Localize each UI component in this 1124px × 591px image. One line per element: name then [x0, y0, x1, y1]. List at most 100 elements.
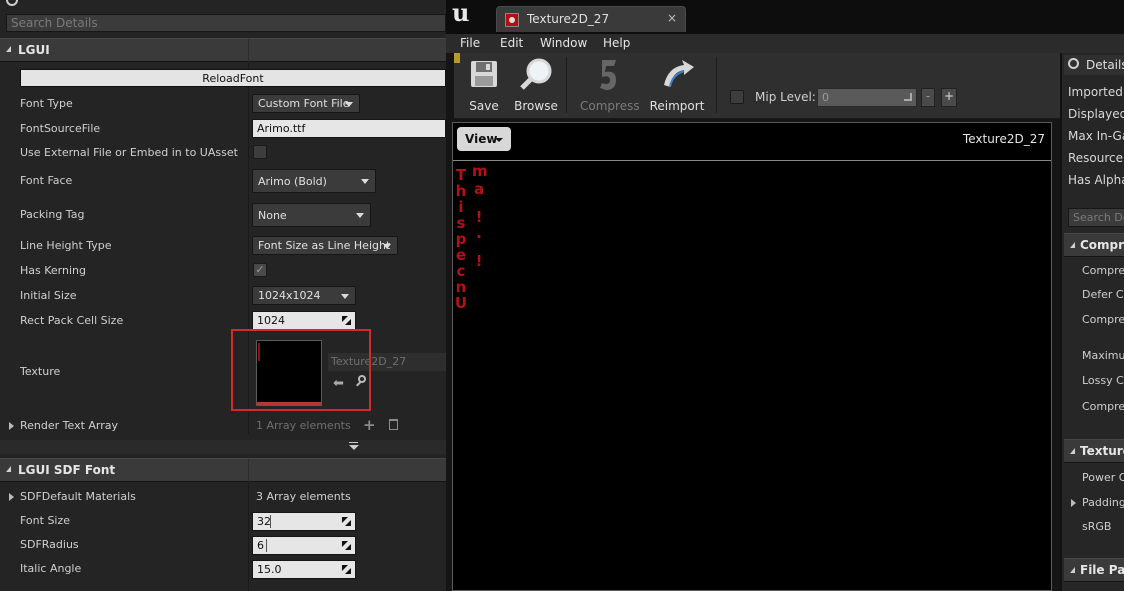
info-line: Resource S: [1068, 151, 1124, 165]
magnifier-icon: [520, 58, 552, 90]
category-title: LGUI: [18, 43, 50, 57]
use-external-checkbox[interactable]: [253, 145, 267, 159]
font-size-input[interactable]: 32: [252, 512, 356, 531]
expand-arrow-icon[interactable]: [9, 422, 14, 430]
menu-help[interactable]: Help: [603, 36, 630, 50]
has-kerning-checkbox[interactable]: ✓: [253, 263, 267, 277]
resize-icon: [342, 517, 351, 526]
collapse-arrow-icon: [6, 46, 11, 52]
toolbar: Save Browse Compress Reimport Mip Level:…: [454, 53, 1061, 119]
glyph: T: [455, 166, 467, 184]
chevron-down-icon: [356, 213, 364, 218]
expand-arrow-icon[interactable]: [1071, 499, 1076, 507]
expand-arrow-icon[interactable]: [9, 493, 14, 501]
font-face-label: Font Face: [20, 174, 73, 187]
mip-level-input[interactable]: 0: [817, 88, 917, 107]
glyph: !: [475, 208, 483, 226]
advanced-expander[interactable]: [0, 440, 446, 454]
rect-pack-cell-size-label: Rect Pack Cell Size: [20, 314, 124, 327]
search-icon: [1068, 58, 1079, 69]
property-label: Compres: [1082, 264, 1124, 277]
texture-editor-window: u Texture2D_27 × File Edit Window Help S…: [446, 0, 1124, 591]
resize-icon: [342, 316, 351, 325]
reimport-button[interactable]: Reimport: [648, 53, 706, 119]
mip-level-label: Mip Level:: [755, 90, 816, 104]
search-details-input[interactable]: Search De: [1068, 208, 1124, 227]
info-line: Max In-Ga: [1068, 129, 1124, 143]
chevron-down-icon: [345, 102, 353, 107]
font-source-file-label: FontSourceFile: [20, 122, 101, 135]
info-line: Displayed:: [1068, 107, 1124, 121]
reload-font-button[interactable]: ReloadFont: [20, 69, 446, 87]
info-line: Imported: 1: [1068, 85, 1124, 99]
unreal-logo-icon: u: [452, 0, 470, 27]
glyph: c: [456, 262, 466, 280]
menu-edit[interactable]: Edit: [500, 36, 523, 50]
mip-level-decrement-button[interactable]: -: [921, 88, 935, 107]
view-menu-button[interactable]: View: [457, 127, 511, 151]
resize-icon: [342, 565, 351, 574]
chevron-down-icon: [361, 179, 369, 184]
property-label: Padding: [1082, 496, 1124, 509]
trash-icon[interactable]: [389, 419, 398, 430]
menu-file[interactable]: File: [460, 36, 480, 50]
search-details-input[interactable]: Search Details: [6, 14, 446, 32]
property-label: sRGB: [1082, 520, 1112, 533]
compress-icon: [600, 60, 616, 90]
tab-bar: u Texture2D_27 ×: [446, 0, 1124, 34]
menu-window[interactable]: Window: [540, 36, 587, 50]
details-panel: Search Details LGUI ReloadFont Font Type…: [0, 0, 446, 591]
glyph: a: [473, 180, 485, 198]
mip-level-checkbox[interactable]: [730, 90, 744, 104]
details-tab[interactable]: Details: [1064, 55, 1124, 75]
glyph: n: [455, 278, 467, 296]
glyph: m: [472, 162, 488, 180]
initial-size-dropdown[interactable]: 1024x1024: [252, 286, 356, 305]
italic-angle-label: Italic Angle: [20, 562, 82, 575]
sdf-radius-input[interactable]: 6: [252, 536, 356, 555]
italic-angle-input[interactable]: 15.0: [252, 560, 356, 579]
texture-viewport[interactable]: View Texture2D_27 T h i s p e c n U m a …: [452, 122, 1052, 591]
property-label: Power O: [1082, 471, 1124, 484]
rect-pack-cell-size-input[interactable]: 1024: [252, 311, 356, 330]
sdf-default-materials-value: 3 Array elements: [256, 490, 351, 503]
font-face-dropdown[interactable]: Arimo (Bold): [252, 169, 376, 193]
texture-label: Texture: [20, 365, 61, 378]
mip-level-increment-button[interactable]: +: [941, 88, 957, 107]
texture-icon: [505, 13, 519, 27]
category-lgui-sdf-font[interactable]: LGUI SDF Font: [0, 458, 446, 482]
compress-button[interactable]: Compress: [580, 53, 640, 119]
toolbar-separator: [716, 57, 717, 113]
glyph: i: [458, 198, 464, 216]
font-source-file-input[interactable]: Arimo.ttf: [252, 119, 446, 138]
column-divider[interactable]: [248, 482, 249, 591]
font-type-dropdown[interactable]: Custom Font File: [252, 94, 360, 113]
font-type-label: Font Type: [20, 97, 73, 110]
glyph: !: [475, 252, 483, 270]
chevron-down-icon: [495, 138, 503, 142]
glyph: e: [455, 246, 467, 264]
close-icon[interactable]: ×: [667, 11, 677, 25]
property-label: Defer Co: [1082, 288, 1124, 301]
glyph: p: [455, 230, 467, 248]
render-text-array-value: 1 Array elements: [256, 419, 351, 432]
packing-tag-label: Packing Tag: [20, 208, 85, 221]
category-file-path[interactable]: File Pat: [1064, 558, 1124, 582]
details-panel-right: Details Imported: 1 Displayed: Max In-Ga…: [1060, 53, 1124, 591]
initial-size-label: Initial Size: [20, 289, 77, 302]
add-element-icon[interactable]: +: [363, 416, 376, 434]
glyph: U: [454, 294, 468, 312]
sdf-radius-label: SDFRadius: [20, 538, 79, 551]
chevron-down-icon: [383, 244, 391, 249]
category-texture[interactable]: Texture: [1064, 439, 1124, 463]
browse-button[interactable]: Browse: [510, 53, 562, 119]
search-icon: [6, 0, 18, 6]
render-text-array-label: Render Text Array: [20, 419, 119, 432]
tab-texture2d[interactable]: Texture2D_27 ×: [496, 6, 686, 32]
line-height-type-dropdown[interactable]: Font Size as Line Height: [252, 236, 398, 255]
category-lgui[interactable]: LGUI: [0, 38, 446, 62]
save-button[interactable]: Save: [460, 53, 508, 119]
category-compression[interactable]: Compre: [1064, 233, 1124, 257]
highlight-box: [231, 329, 371, 411]
packing-tag-dropdown[interactable]: None: [252, 203, 371, 227]
